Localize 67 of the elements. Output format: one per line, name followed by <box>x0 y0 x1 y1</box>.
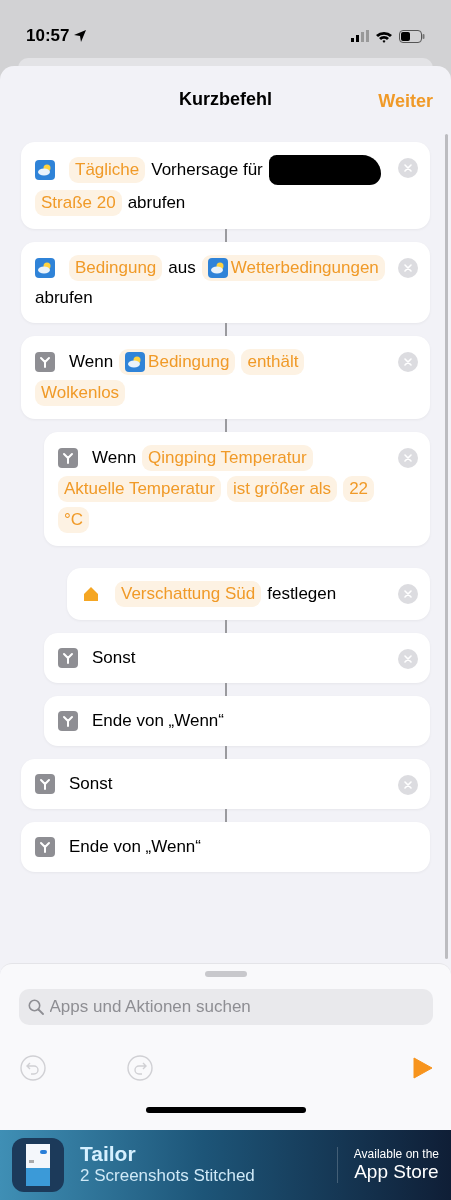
branch-icon <box>58 648 78 668</box>
weather-icon <box>207 258 228 278</box>
branch-icon <box>58 448 78 468</box>
variable-token[interactable]: °C <box>58 507 90 533</box>
variable-token[interactable]: 22 <box>343 476 375 502</box>
remove-button[interactable] <box>398 584 418 604</box>
sheet-title: Kurzbefehl <box>179 87 272 111</box>
variable-token[interactable]: ist größer als <box>226 476 338 502</box>
drag-handle[interactable] <box>204 971 247 977</box>
remove-button[interactable] <box>398 158 418 178</box>
close-icon <box>404 781 412 789</box>
remove-button[interactable] <box>398 649 418 669</box>
action-text: aus <box>168 257 196 279</box>
undo-icon[interactable] <box>20 1055 46 1081</box>
remove-button[interactable] <box>398 352 418 372</box>
app-icon <box>12 1138 64 1192</box>
variable-token[interactable]: Wetterbedingungen <box>201 255 385 281</box>
play-icon[interactable] <box>413 1057 433 1079</box>
variable-token[interactable]: Bedingung <box>119 349 236 375</box>
close-icon <box>404 590 412 598</box>
weather-icon <box>35 258 55 278</box>
action-text: Ende von „Wenn“ <box>92 710 224 732</box>
action-text: Sonst <box>69 773 113 795</box>
action-text: Ende von „Wenn“ <box>69 836 201 858</box>
close-icon <box>404 164 412 172</box>
action-text: festlegen <box>267 583 337 605</box>
close-icon <box>404 655 412 663</box>
action-text: Sonst <box>92 647 136 669</box>
close-icon <box>404 264 412 272</box>
action-text: abrufen <box>35 287 93 309</box>
action-text: Wenn <box>69 351 114 373</box>
variable-token[interactable]: Verschattung Süd <box>115 581 262 607</box>
variable-token[interactable]: Bedingung <box>69 255 163 281</box>
action-text: abrufen <box>127 192 186 214</box>
wifi-icon <box>375 29 393 43</box>
battery-icon <box>399 29 425 43</box>
weather-icon <box>125 352 146 372</box>
variable-token[interactable]: Straße 20 <box>35 190 122 216</box>
branch-icon <box>58 711 78 731</box>
app-name: Tailor <box>80 1143 137 1165</box>
store-name: App Store <box>353 1161 439 1183</box>
location-arrow-icon <box>73 29 88 43</box>
remove-button[interactable] <box>398 258 418 278</box>
search-field[interactable]: Apps und Aktionen suchen <box>18 989 433 1025</box>
variable-token[interactable]: Wolkenlos <box>35 380 126 406</box>
close-icon <box>404 358 412 366</box>
action-text: Vorhersage für <box>151 159 263 181</box>
variable-token[interactable]: Qingping Temperatur <box>142 445 313 471</box>
branch-icon <box>35 837 55 857</box>
variable-token[interactable]: enthält <box>241 349 305 375</box>
home-icon <box>81 584 101 604</box>
close-icon <box>404 454 412 462</box>
next-link[interactable]: Weiter <box>378 88 433 115</box>
search-icon <box>27 999 44 1015</box>
variable-token[interactable]: Aktuelle Temperatur <box>58 476 221 502</box>
signal-icon <box>351 30 369 42</box>
remove-button[interactable] <box>398 775 418 795</box>
weather-icon <box>35 160 55 180</box>
action-text: Wenn <box>92 447 137 469</box>
app-subtitle: 2 Screenshots Stitched <box>80 1165 256 1187</box>
status-time: 10:57 <box>26 25 70 48</box>
branch-icon <box>35 352 55 372</box>
remove-button[interactable] <box>398 448 418 468</box>
variable-token[interactable]: Tägliche <box>69 157 146 183</box>
redo-icon[interactable] <box>127 1055 153 1081</box>
branch-icon <box>35 774 55 794</box>
store-caption: Available on the <box>353 1147 439 1161</box>
